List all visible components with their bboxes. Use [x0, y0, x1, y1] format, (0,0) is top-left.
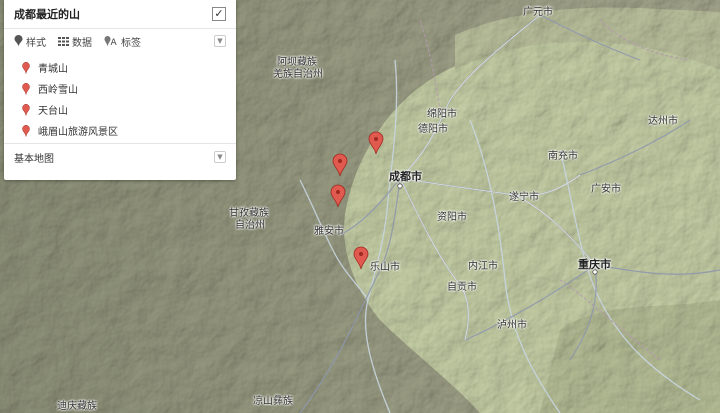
marker-pin-emei[interactable] [353, 246, 369, 270]
data-tool[interactable]: 数据 [58, 34, 92, 49]
marker-icon [22, 61, 30, 74]
city-label-ziyang: 资阳市 [437, 212, 467, 223]
list-item[interactable]: 青城山 [22, 57, 236, 78]
list-item-label: 天台山 [38, 106, 68, 117]
style-tool[interactable]: 样式 [14, 34, 46, 49]
marker-icon [22, 103, 30, 116]
region-label-aba-1: 阿坝藏族 [277, 57, 317, 68]
city-label-chongqing: 重庆市 [578, 258, 611, 271]
list-item[interactable]: 天台山 [22, 99, 236, 120]
grid-icon [58, 36, 69, 46]
svg-text:A: A [111, 38, 118, 47]
city-label-mianyang: 绵阳市 [427, 109, 457, 120]
region-label-ganzi-1: 甘孜藏族 [229, 208, 269, 219]
chevron-down-icon: ▼ [217, 37, 223, 45]
city-label-luzhou: 泸州市 [497, 320, 527, 331]
paint-pin-icon [14, 35, 23, 47]
city-label-zigong: 自贡市 [447, 282, 477, 293]
city-label-dazhou: 达州市 [648, 116, 678, 127]
marker-pin-qingcheng[interactable] [368, 131, 384, 155]
basemap-dropdown[interactable]: ▼ [214, 151, 226, 163]
marker-pin-tiantai[interactable] [330, 184, 346, 208]
layer-visibility-checkbox[interactable]: ✓ [212, 7, 226, 21]
label-tool[interactable]: A 标签 [104, 34, 141, 49]
city-label-guangan: 广安市 [591, 184, 621, 195]
list-item-label: 西岭雪山 [38, 85, 78, 96]
chevron-down-icon: ▼ [217, 153, 223, 161]
region-label-aba-2: 羌族自治州 [273, 69, 323, 80]
city-label-neijiang: 内江市 [468, 261, 498, 272]
list-item[interactable]: 峨眉山旅游风景区 [22, 120, 236, 141]
basemap-label: 基本地图 [14, 153, 54, 165]
city-label-suining: 遂宁市 [509, 192, 539, 203]
list-item-label: 青城山 [38, 64, 68, 75]
marker-pin-xiling[interactable] [332, 153, 348, 177]
city-label-yaan: 雅安市 [314, 226, 344, 237]
region-label-ganzi-2: 自治州 [235, 220, 265, 231]
layer-options-dropdown[interactable]: ▼ [214, 35, 226, 47]
panel-header: 成都最近的山 ✓ [4, 0, 236, 29]
label-tool-label: 标签 [121, 37, 141, 49]
city-label-nanchong: 南充市 [548, 151, 578, 162]
data-tool-label: 数据 [72, 37, 92, 49]
basemap-row[interactable]: 基本地图 ▼ [4, 144, 236, 170]
label-pin-icon: A [104, 36, 118, 47]
panel-title: 成都最近的山 [14, 8, 80, 21]
marker-icon [22, 82, 30, 95]
marker-icon [22, 124, 30, 137]
city-label-chengdu: 成都市 [389, 170, 422, 183]
city-label-deyang: 德阳市 [418, 124, 448, 135]
list-item[interactable]: 西岭雪山 [22, 78, 236, 99]
style-tool-label: 样式 [26, 37, 46, 49]
feature-list: 青城山 西岭雪山 天台山 峨眉山旅游风景区 [4, 53, 236, 143]
region-label-diqing: 迪庆藏族 [57, 401, 97, 412]
layer-panel: 成都最近的山 ✓ 样式 数据 A 标签 ▼ 青城山 西岭雪山 天台山 峨眉山旅游… [4, 0, 236, 180]
city-label-guangyuan: 广元市 [523, 7, 553, 18]
list-item-label: 峨眉山旅游风景区 [38, 127, 118, 138]
layer-toolbar: 样式 数据 A 标签 ▼ [4, 29, 236, 53]
region-label-liangshan: 凉山彝族 [253, 396, 293, 407]
checkmark-icon: ✓ [214, 7, 224, 20]
city-label-leshan: 乐山市 [370, 262, 400, 273]
